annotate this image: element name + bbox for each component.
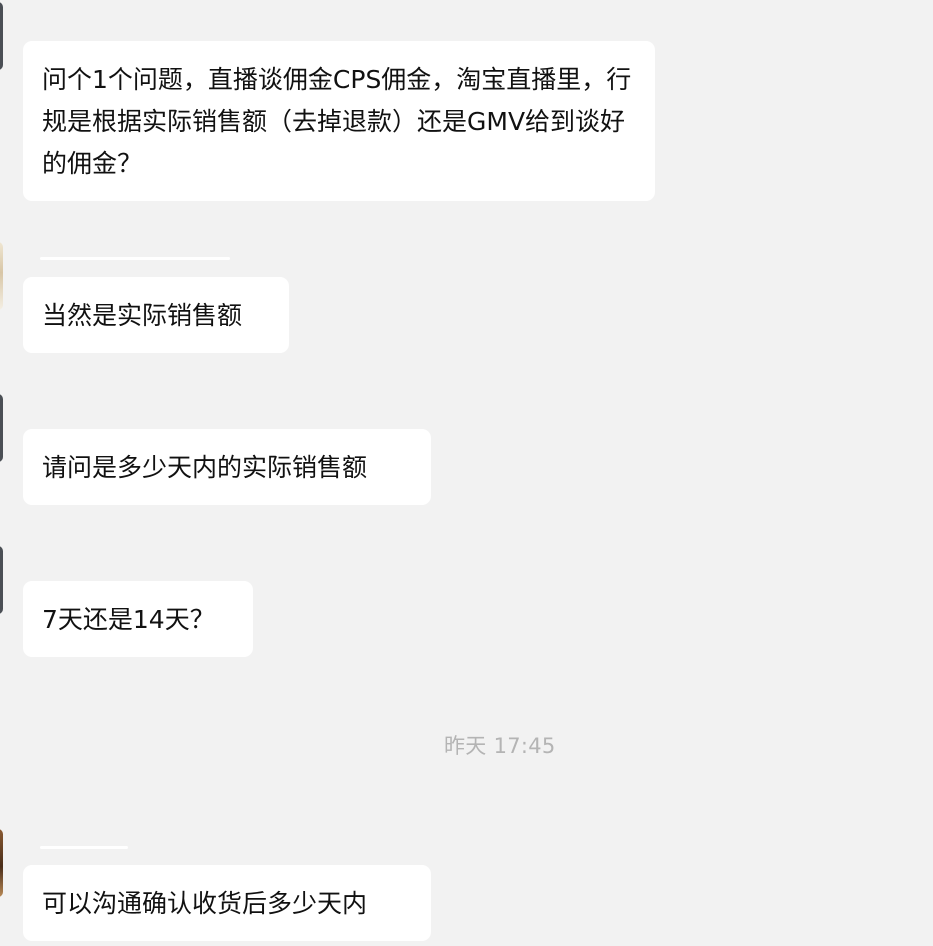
message-bubble-answer[interactable]: 当然是实际销售额 bbox=[23, 277, 289, 353]
message-bubble-reply[interactable]: 可以沟通确认收货后多少天内 bbox=[23, 865, 431, 941]
sender-avatar[interactable] bbox=[0, 546, 3, 614]
chat-message-list: 问个1个问题，直播谈佣金CPS佣金，淘宝直播里，行规是根据实际销售额（去掉退款）… bbox=[0, 0, 933, 946]
message-timestamp: 昨天 17:45 bbox=[444, 734, 556, 758]
sender-avatar[interactable] bbox=[0, 2, 3, 70]
reply-avatar[interactable] bbox=[0, 829, 3, 897]
sender-name-placeholder bbox=[40, 257, 230, 260]
message-bubble-followup[interactable]: 请问是多少天内的实际销售额 bbox=[23, 429, 431, 505]
message-bubble-days[interactable]: 7天还是14天？ bbox=[23, 581, 253, 657]
reply-avatar[interactable] bbox=[0, 242, 3, 310]
sender-name-placeholder bbox=[40, 846, 128, 849]
sender-avatar[interactable] bbox=[0, 394, 3, 462]
message-bubble-question[interactable]: 问个1个问题，直播谈佣金CPS佣金，淘宝直播里，行规是根据实际销售额（去掉退款）… bbox=[23, 41, 655, 201]
